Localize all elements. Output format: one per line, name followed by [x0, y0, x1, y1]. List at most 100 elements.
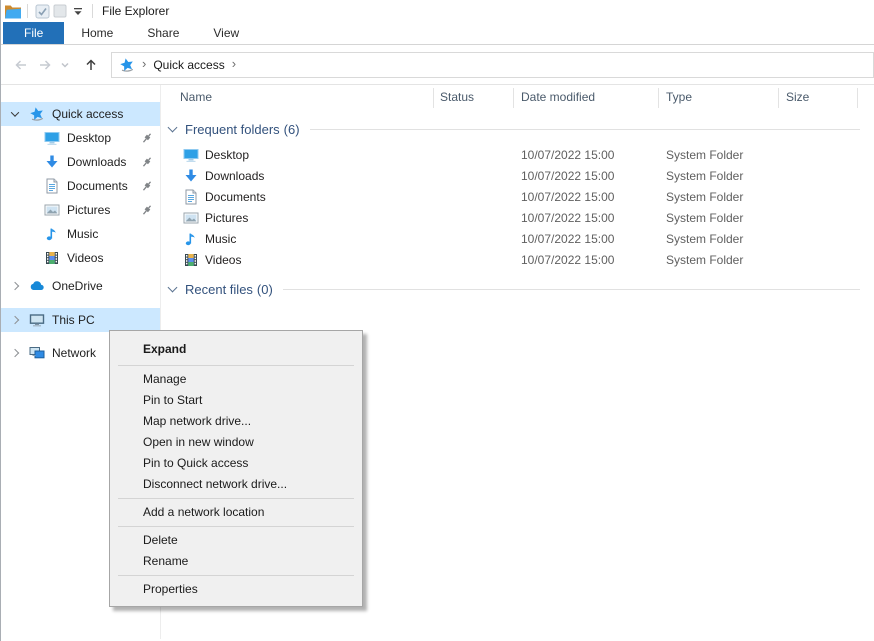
menu-separator [118, 526, 354, 527]
tab-home[interactable]: Home [64, 22, 130, 44]
expand-chevron-icon[interactable] [10, 281, 20, 291]
file-row-music[interactable]: Music 10/07/2022 15:00 System Folder [161, 229, 874, 250]
forward-button[interactable] [33, 53, 57, 77]
menu-item-pin-to-quick-access[interactable]: Pin to Quick access [110, 453, 362, 474]
sidebar-item-quick-access[interactable]: Quick access [1, 102, 160, 126]
collapse-chevron-icon [168, 283, 178, 293]
menu-item-manage[interactable]: Manage [110, 369, 362, 390]
menu-item-open-in-new-window[interactable]: Open in new window [110, 432, 362, 453]
back-button[interactable] [9, 53, 33, 77]
sidebar-item-label: Quick access [52, 107, 123, 121]
file-type: System Folder [666, 148, 743, 162]
downloads-icon [183, 168, 199, 184]
column-separator[interactable] [658, 88, 659, 108]
videos-icon [44, 250, 60, 266]
collapse-chevron-icon[interactable] [10, 109, 20, 119]
tab-view[interactable]: View [196, 22, 256, 44]
sidebar-item-label: Pictures [67, 203, 110, 217]
file-row-documents[interactable]: Documents 10/07/2022 15:00 System Folder [161, 187, 874, 208]
column-separator[interactable] [778, 88, 779, 108]
sidebar-item-label: Network [52, 346, 96, 360]
sidebar-item-label: Videos [67, 251, 103, 265]
sidebar-item-onedrive[interactable]: OneDrive [1, 274, 160, 298]
column-header-size[interactable]: Size [786, 90, 809, 104]
group-header-recent-files[interactable]: Recent files (0) [161, 279, 874, 299]
column-separator[interactable] [433, 88, 434, 108]
file-name: Pictures [205, 211, 248, 225]
navigation-bar: › Quick access › [1, 45, 874, 85]
sidebar-item-label: This PC [52, 313, 95, 327]
column-separator[interactable] [513, 88, 514, 108]
file-name: Videos [205, 253, 241, 267]
pictures-icon [183, 210, 199, 226]
sidebar-item-label: Desktop [67, 131, 111, 145]
file-date-modified: 10/07/2022 15:00 [521, 232, 614, 246]
documents-icon [183, 189, 199, 205]
menu-item-disconnect-network-drive[interactable]: Disconnect network drive... [110, 474, 362, 495]
file-explorer-logo-icon[interactable] [4, 2, 22, 20]
ribbon-tab-bar: File Home Share View [1, 22, 874, 45]
breadcrumb-chevron-icon: › [225, 56, 243, 73]
column-header-status[interactable]: Status [440, 90, 474, 104]
group-header-frequent-folders[interactable]: Frequent folders (6) [161, 119, 874, 139]
context-menu: Expand Manage Pin to Start Map network d… [109, 330, 363, 607]
music-icon [44, 226, 60, 242]
tab-file[interactable]: File [3, 22, 64, 44]
group-count: (0) [257, 282, 273, 297]
group-divider-line [310, 129, 860, 130]
column-header-name[interactable]: Name [180, 90, 212, 104]
breadcrumb-chevron-icon: › [135, 56, 153, 73]
sidebar-item-label: Music [67, 227, 98, 241]
file-date-modified: 10/07/2022 15:00 [521, 169, 614, 183]
file-row-desktop[interactable]: Desktop 10/07/2022 15:00 System Folder [161, 145, 874, 166]
menu-item-expand[interactable]: Expand [110, 336, 362, 362]
expand-chevron-icon[interactable] [10, 348, 20, 358]
file-explorer-window: File Explorer File Home Share View [0, 0, 874, 641]
file-row-downloads[interactable]: Downloads 10/07/2022 15:00 System Folder [161, 166, 874, 187]
sidebar-item-this-pc[interactable]: This PC [1, 308, 160, 332]
sidebar-item-pictures[interactable]: Pictures [1, 198, 160, 222]
menu-item-pin-to-start[interactable]: Pin to Start [110, 390, 362, 411]
menu-item-add-a-network-location[interactable]: Add a network location [110, 502, 362, 523]
pin-icon [141, 204, 153, 216]
frequent-folders-list: Desktop 10/07/2022 15:00 System Folder D… [161, 145, 874, 271]
new-folder-button[interactable] [51, 2, 69, 20]
column-header-date-modified[interactable]: Date modified [521, 90, 595, 104]
expand-chevron-icon[interactable] [10, 315, 20, 325]
column-header-row: Name Status Date modified Type Size [161, 85, 874, 111]
recent-locations-dropdown-icon[interactable] [57, 53, 73, 77]
desktop-icon [183, 147, 199, 163]
properties-button[interactable] [33, 2, 51, 20]
breadcrumb-location[interactable]: Quick access [153, 58, 224, 72]
sidebar-item-documents[interactable]: Documents [1, 174, 160, 198]
collapse-chevron-icon [168, 123, 178, 133]
file-row-videos[interactable]: Videos 10/07/2022 15:00 System Folder [161, 250, 874, 271]
pin-icon [141, 132, 153, 144]
file-date-modified: 10/07/2022 15:00 [521, 211, 614, 225]
menu-item-delete[interactable]: Delete [110, 530, 362, 551]
tab-share[interactable]: Share [130, 22, 196, 44]
downloads-icon [44, 154, 60, 170]
customize-toolbar-dropdown-icon[interactable] [69, 2, 87, 20]
window-title: File Explorer [102, 4, 169, 18]
sidebar-item-videos[interactable]: Videos [1, 246, 160, 270]
sidebar-item-downloads[interactable]: Downloads [1, 150, 160, 174]
menu-separator [118, 498, 354, 499]
videos-icon [183, 252, 199, 268]
menu-item-properties[interactable]: Properties [110, 579, 362, 600]
group-divider-line [283, 289, 860, 290]
sidebar-item-desktop[interactable]: Desktop [1, 126, 160, 150]
column-header-type[interactable]: Type [666, 90, 692, 104]
menu-separator [118, 365, 354, 366]
address-bar[interactable]: › Quick access › [111, 52, 874, 78]
sidebar-item-music[interactable]: Music [1, 222, 160, 246]
file-row-pictures[interactable]: Pictures 10/07/2022 15:00 System Folder [161, 208, 874, 229]
menu-item-map-network-drive[interactable]: Map network drive... [110, 411, 362, 432]
column-separator[interactable] [857, 88, 858, 108]
file-name: Downloads [205, 169, 264, 183]
onedrive-icon [29, 278, 45, 294]
group-count: (6) [284, 122, 300, 137]
music-icon [183, 231, 199, 247]
up-button[interactable] [79, 53, 103, 77]
menu-item-rename[interactable]: Rename [110, 551, 362, 572]
